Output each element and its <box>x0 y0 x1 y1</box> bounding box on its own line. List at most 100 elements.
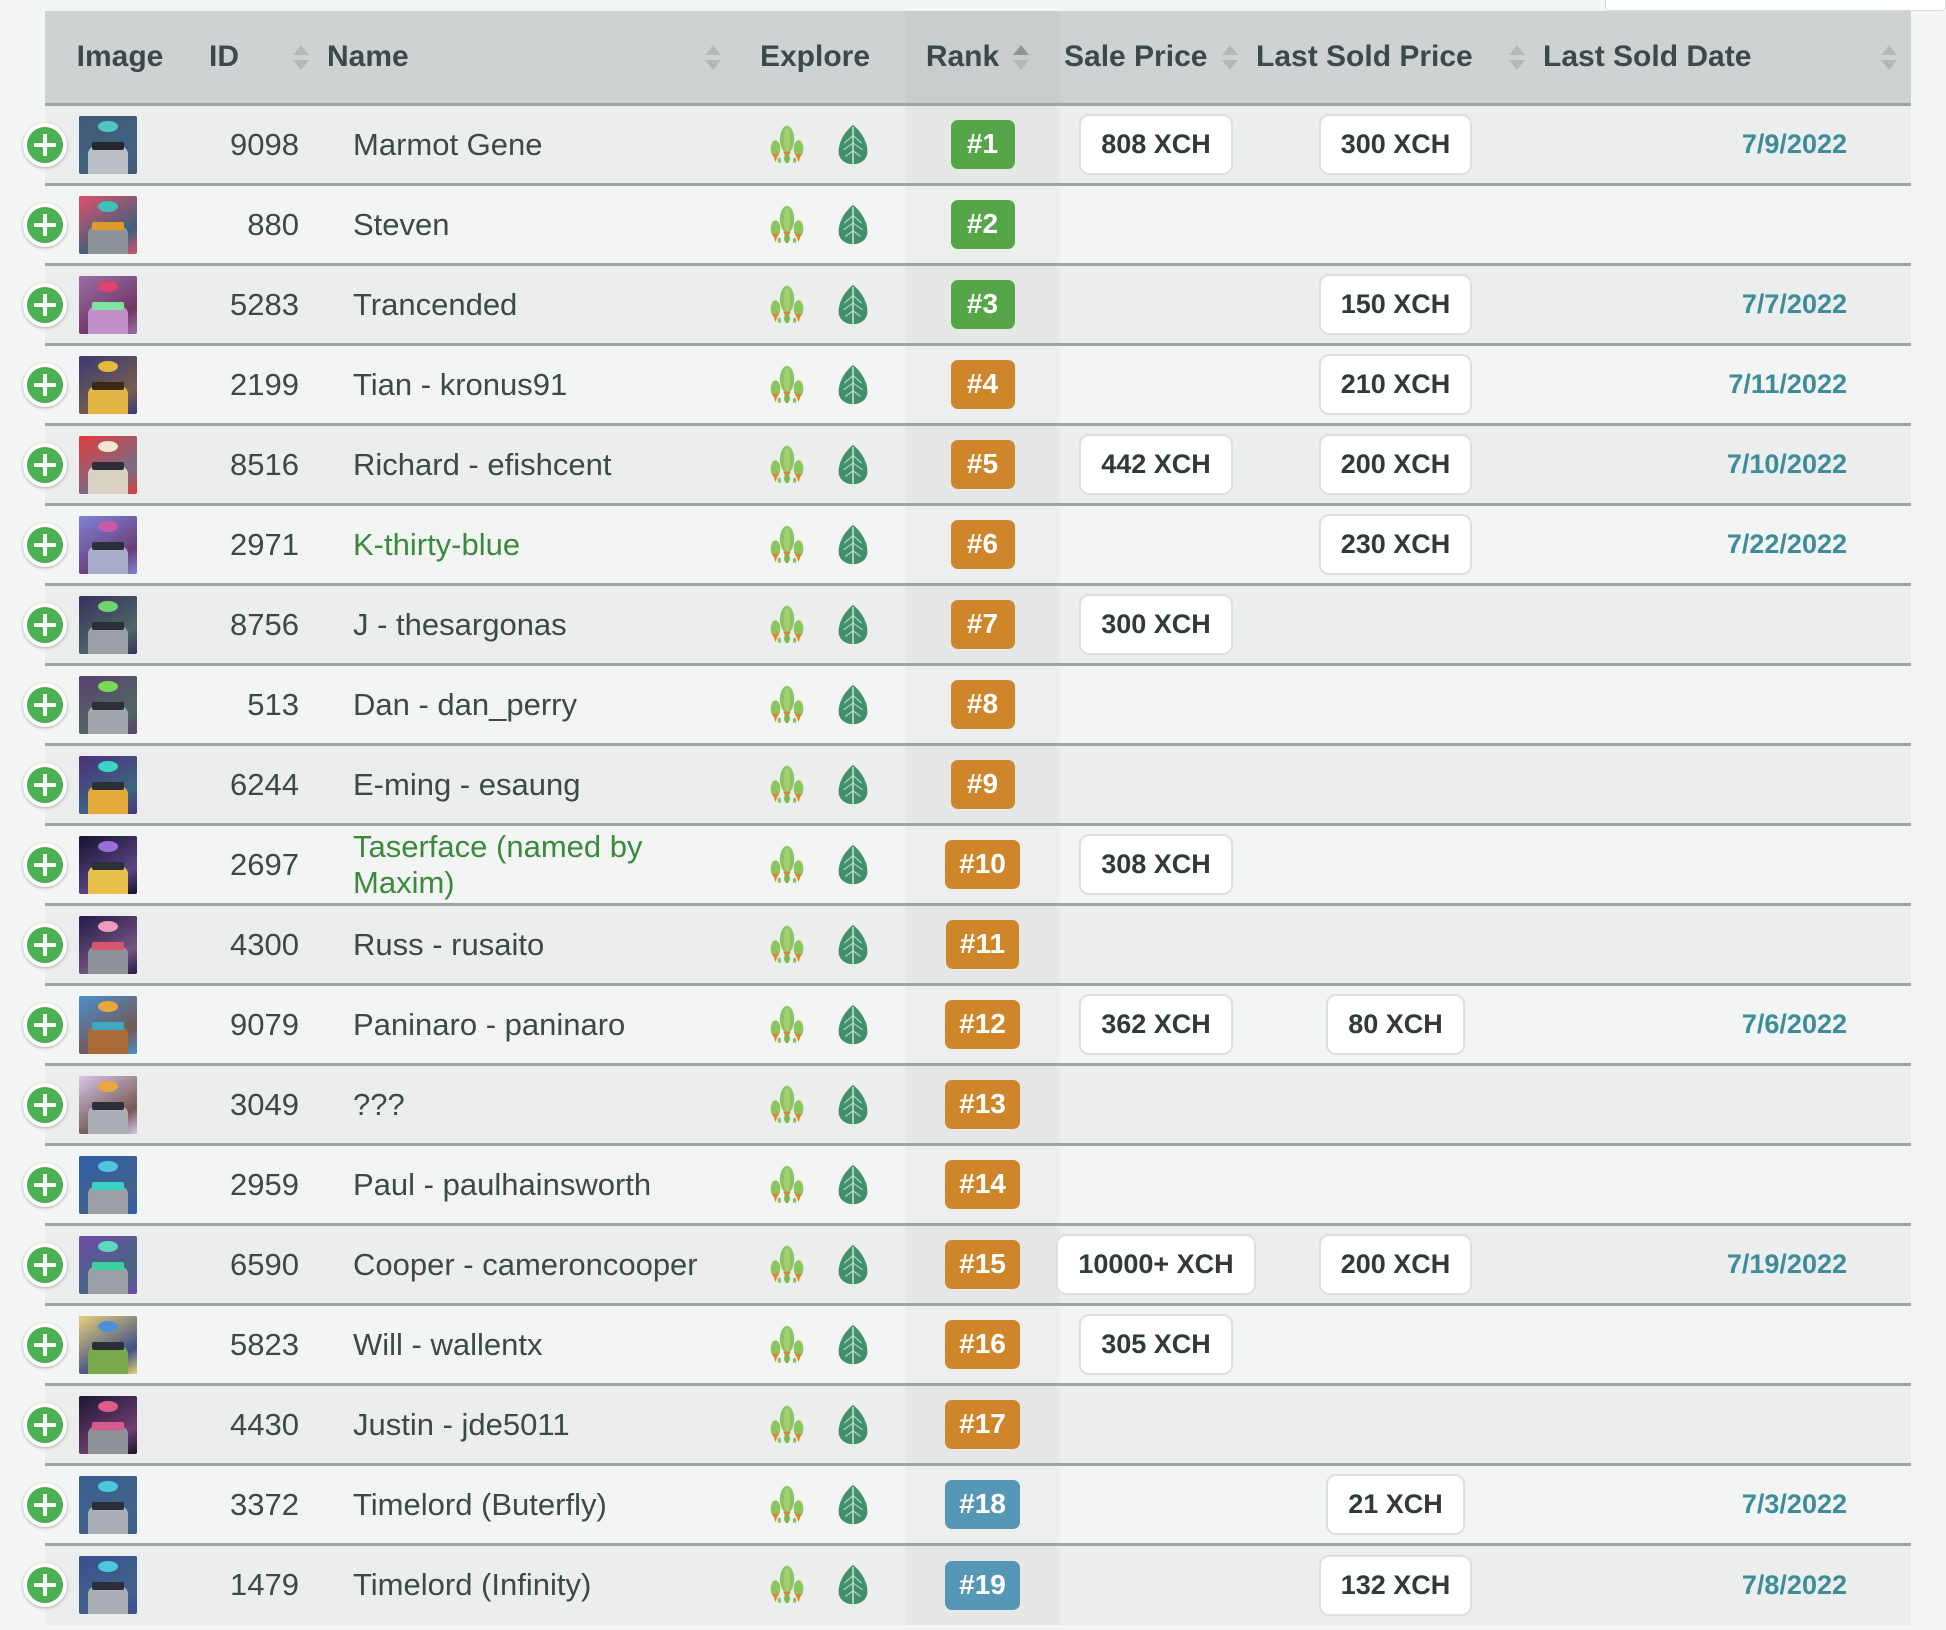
add-to-list-button[interactable] <box>23 442 67 487</box>
chia-leaf-icon[interactable] <box>830 1322 876 1368</box>
add-to-list-button[interactable] <box>23 282 67 327</box>
spacescan-icon[interactable] <box>764 762 810 808</box>
chia-leaf-icon[interactable] <box>830 282 876 328</box>
table-row[interactable]: 8756 J - thesargonas #7 300 XCH <box>23 583 1911 665</box>
chia-leaf-icon[interactable] <box>830 1562 876 1608</box>
table-row[interactable]: 4430 Justin - jde5011 #17 <box>23 1383 1911 1465</box>
add-to-list-button[interactable] <box>23 362 67 407</box>
nft-avatar[interactable] <box>79 1155 137 1214</box>
table-row[interactable]: 2199 Tian - kronus91 #4 210 XCH 7/11/2022 <box>23 343 1911 425</box>
table-row[interactable]: 1479 Timelord (Infinity) #19 132 XCH 7/8/202… <box>23 1543 1911 1625</box>
nft-avatar[interactable] <box>79 1395 137 1454</box>
nft-avatar[interactable] <box>79 995 137 1054</box>
cell-name[interactable]: Steven <box>323 183 735 265</box>
last-sold-price-pill[interactable]: 200 XCH <box>1318 1234 1473 1295</box>
add-to-list-button[interactable] <box>23 1402 67 1447</box>
last-sold-price-pill[interactable]: 300 XCH <box>1318 114 1473 175</box>
add-to-list-button[interactable] <box>23 1322 67 1367</box>
sort-desc-icon[interactable] <box>705 59 721 70</box>
cell-name[interactable]: Richard - efishcent <box>323 423 735 505</box>
sale-price-pill[interactable]: 808 XCH <box>1079 114 1233 175</box>
table-row[interactable]: 5283 Trancended #3 150 XCH 7/7/2022 <box>23 263 1911 345</box>
spacescan-icon[interactable] <box>764 1402 810 1448</box>
chia-leaf-icon[interactable] <box>830 1482 876 1528</box>
cell-name[interactable]: Timelord (Buterfly) <box>323 1463 735 1545</box>
spacescan-icon[interactable] <box>764 682 810 728</box>
sort-asc-icon[interactable] <box>1509 44 1525 55</box>
cell-name[interactable]: Tian - kronus91 <box>323 343 735 425</box>
nft-avatar[interactable] <box>79 595 137 654</box>
nft-avatar[interactable] <box>79 1475 137 1534</box>
add-to-list-button[interactable] <box>23 1082 67 1127</box>
sort-desc-icon[interactable] <box>1509 59 1525 70</box>
spacescan-icon[interactable] <box>764 362 810 408</box>
cell-name[interactable]: K-thirty-blue <box>323 503 735 585</box>
table-row[interactable]: 2697 Taserface (named by Maxim) #10 308 XCH <box>23 823 1911 905</box>
sale-price-pill[interactable]: 10000+ XCH <box>1056 1234 1256 1295</box>
column-header-sale_price[interactable]: Sale Price <box>1060 11 1252 105</box>
nft-avatar[interactable] <box>79 1556 137 1615</box>
nft-avatar[interactable] <box>79 1315 137 1374</box>
chia-leaf-icon[interactable] <box>830 842 876 888</box>
nft-avatar[interactable] <box>79 275 137 334</box>
last-sold-price-pill[interactable]: 150 XCH <box>1318 274 1473 335</box>
sort-desc-icon[interactable] <box>1013 59 1030 70</box>
sort-asc-icon[interactable] <box>705 44 721 55</box>
add-to-list-button[interactable] <box>23 842 67 887</box>
nft-avatar[interactable] <box>79 915 137 974</box>
nft-avatar[interactable] <box>79 355 137 414</box>
table-row[interactable]: 9079 Paninaro - paninaro #12 362 XCH 80 XCH 7… <box>23 983 1911 1065</box>
table-row[interactable]: 2959 Paul - paulhainsworth #14 <box>23 1143 1911 1225</box>
chia-leaf-icon[interactable] <box>830 1002 876 1048</box>
table-row[interactable]: 2971 K-thirty-blue #6 230 XCH 7/22/2022 <box>23 503 1911 585</box>
cell-name[interactable]: E-ming - esaung <box>323 743 735 825</box>
chia-leaf-icon[interactable] <box>830 602 876 648</box>
sale-price-pill[interactable]: 308 XCH <box>1079 834 1233 895</box>
sort-asc-icon[interactable] <box>1222 44 1238 55</box>
add-to-list-button[interactable] <box>23 762 67 807</box>
spacescan-icon[interactable] <box>764 282 810 328</box>
spacescan-icon[interactable] <box>764 442 810 488</box>
table-row[interactable]: 3049??? #13 <box>23 1063 1911 1145</box>
spacescan-icon[interactable] <box>764 522 810 568</box>
chia-leaf-icon[interactable] <box>830 922 876 968</box>
chia-leaf-icon[interactable] <box>830 442 876 488</box>
cell-name[interactable]: ??? <box>323 1063 735 1145</box>
last-sold-price-pill[interactable]: 200 XCH <box>1318 434 1473 495</box>
sale-price-pill[interactable]: 442 XCH <box>1079 434 1233 495</box>
last-sold-price-pill[interactable]: 21 XCH <box>1326 1474 1465 1535</box>
spacescan-icon[interactable] <box>764 1082 810 1128</box>
nft-avatar[interactable] <box>79 675 137 734</box>
cell-name[interactable]: Marmot Gene <box>323 103 735 185</box>
nft-avatar[interactable] <box>79 435 137 494</box>
table-row[interactable]: 513 Dan - dan_perry #8 <box>23 663 1911 745</box>
nft-avatar[interactable] <box>79 835 137 894</box>
nft-avatar[interactable] <box>79 1235 137 1294</box>
sort-toggle-sale_price[interactable] <box>1222 44 1238 70</box>
spacescan-icon[interactable] <box>764 1162 810 1208</box>
spacescan-icon[interactable] <box>764 1322 810 1368</box>
add-to-list-button[interactable] <box>23 682 67 727</box>
column-header-rank[interactable]: Rank <box>905 11 1060 105</box>
sort-desc-icon[interactable] <box>1881 59 1897 70</box>
table-row[interactable]: 6590 Cooper - cameroncooper #15 10000+ XCH 2… <box>23 1223 1911 1305</box>
cell-name[interactable]: Cooper - cameroncooper <box>323 1223 735 1305</box>
column-header-last_sold_date[interactable]: Last Sold Date <box>1539 11 1911 105</box>
cell-name[interactable]: Will - wallentx <box>323 1303 735 1385</box>
add-to-list-button[interactable] <box>23 522 67 567</box>
nft-avatar[interactable] <box>79 755 137 814</box>
chia-leaf-icon[interactable] <box>830 762 876 808</box>
spacescan-icon[interactable] <box>764 1242 810 1288</box>
spacescan-icon[interactable] <box>764 922 810 968</box>
sort-asc-icon[interactable] <box>293 44 309 55</box>
chia-leaf-icon[interactable] <box>830 522 876 568</box>
chia-leaf-icon[interactable] <box>830 122 876 168</box>
add-to-list-button[interactable] <box>23 1002 67 1047</box>
add-to-list-button[interactable] <box>23 202 67 247</box>
cell-name[interactable]: Timelord (Infinity) <box>323 1543 735 1625</box>
column-header-id[interactable]: ID <box>205 11 323 105</box>
spacescan-icon[interactable] <box>764 202 810 248</box>
table-row[interactable]: 6244 E-ming - esaung #9 <box>23 743 1911 825</box>
chia-leaf-icon[interactable] <box>830 1162 876 1208</box>
sort-toggle-id[interactable] <box>293 44 309 70</box>
